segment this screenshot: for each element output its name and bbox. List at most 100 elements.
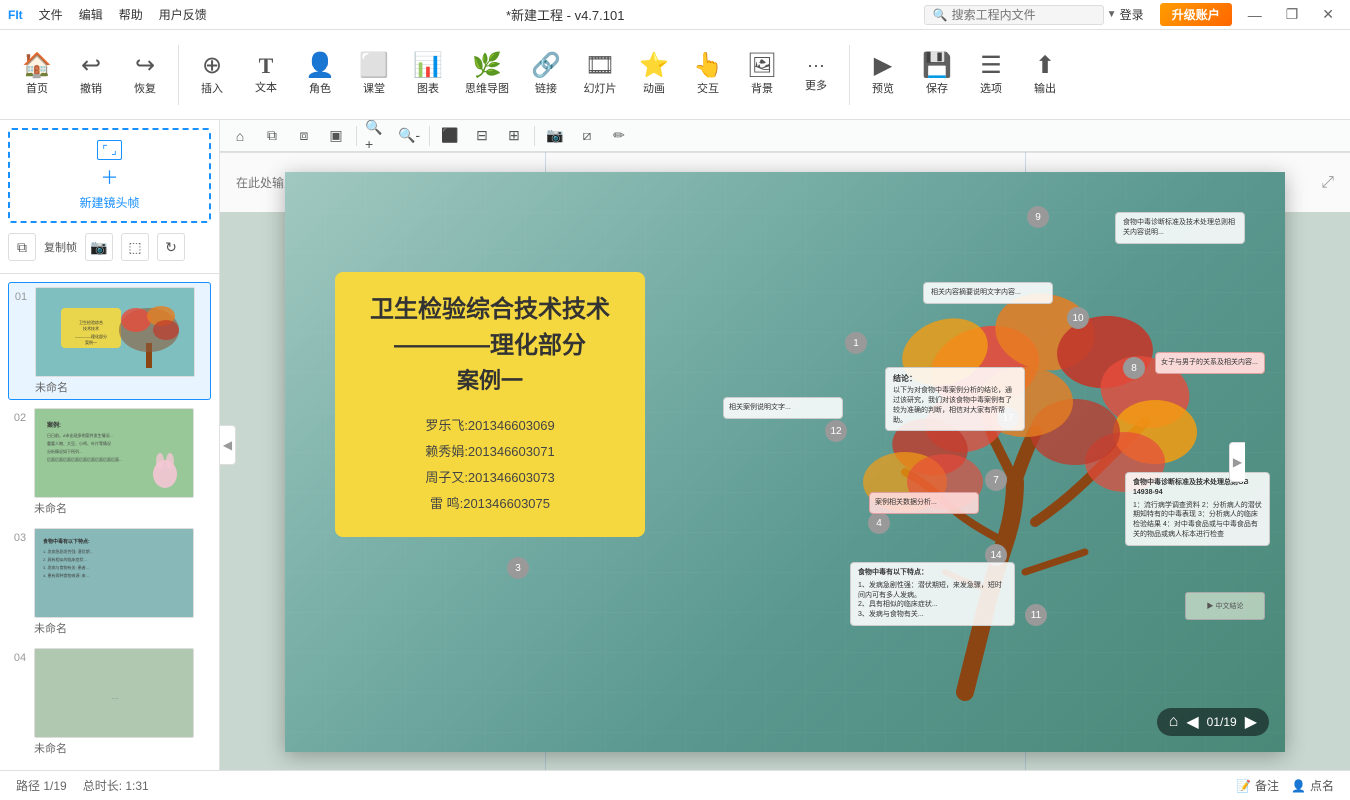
menu-help[interactable]: 帮助 [119, 6, 143, 23]
svg-text:食物中毒有以下特点:: 食物中毒有以下特点: [43, 538, 90, 545]
toolbar-home[interactable]: 🏠 首页 [12, 40, 62, 110]
minimize-button[interactable]: — [1240, 7, 1270, 23]
canvas-distribute-icon[interactable]: ⊞ [502, 124, 526, 148]
toolbar-more[interactable]: ⋯ 更多 [791, 40, 841, 110]
slide-item-1[interactable]: 01 卫生检验综合 技术技术 ————理化部分 案例一 [8, 282, 211, 400]
slide-canvas[interactable]: 9 10 8 17 7 14 11 4 12 1 3 卫生检验综合技术技术 ——… [285, 172, 1285, 752]
camera-button[interactable]: 📷 [85, 233, 113, 261]
toolbar-class[interactable]: ⬜ 课堂 [349, 40, 399, 110]
toolbar-mindmap[interactable]: 🌿 思维导图 [457, 40, 517, 110]
slide-num-1: 01 [13, 287, 29, 303]
node-circle-7: 7 [985, 469, 1007, 491]
slide-num-4: 04 [12, 648, 28, 664]
toolbar-divider-2 [849, 45, 850, 105]
nav-next-icon[interactable]: ▶ [1245, 712, 1257, 732]
close-button[interactable]: ✕ [1314, 6, 1342, 23]
canvas-separator-1 [356, 126, 357, 146]
slide-item-4[interactable]: 04 ... 未命名 [8, 644, 211, 760]
node-circle-11: 11 [1025, 604, 1047, 626]
search-input[interactable] [952, 8, 1107, 22]
toolbar-interact-label: 交互 [697, 80, 719, 96]
canvas-toolbar: ⌂ ⧉ ⧈ ▣ 🔍+ 🔍- ⬛ ⊟ ⊞ 📷 ⧄ ✏ [220, 120, 1350, 152]
canvas-align-left-icon[interactable]: ⬛ [438, 124, 462, 148]
right-expand-button[interactable]: ▶ [1229, 442, 1245, 482]
nav-home-icon[interactable]: ⌂ [1169, 713, 1179, 731]
maximize-button[interactable]: ❐ [1278, 6, 1307, 23]
toolbar-link[interactable]: 🔗 链接 [521, 40, 571, 110]
search-icon: 🔍 [933, 8, 948, 22]
toolbar-save[interactable]: 💾 保存 [912, 40, 962, 110]
slide-icon: 🎞 [585, 54, 615, 78]
toolbar-animate[interactable]: ⭐ 动画 [629, 40, 679, 110]
node-card-10: 相关内容摘要说明文字内容... [923, 282, 1053, 304]
sidebar-collapse-button[interactable]: ◀ [220, 425, 236, 465]
search-box[interactable]: 🔍 ▼ [924, 5, 1104, 25]
author-4: 雷 鸣:201346603075 [351, 491, 629, 517]
slide-item-2[interactable]: 02 案例: 日日前，A市出现多例案件发生情况... 重要人物、大豆、小鸡、叶片… [8, 404, 211, 520]
node-circle-12: 12 [825, 420, 847, 442]
notes-expand-icon[interactable]: ⤢ [1321, 174, 1334, 192]
toolbar-text[interactable]: T 文本 [241, 40, 291, 110]
toolbar-background[interactable]: 🖼 背景 [737, 40, 787, 110]
canvas-home-icon[interactable]: ⌂ [228, 124, 252, 148]
node-standards: 食物中毒诊断标准及技术处理总则GB 14938-94 1：流行病学调查资料 2：… [1125, 472, 1270, 546]
canvas-camera2-icon[interactable]: 📷 [543, 124, 567, 148]
node-tag-label: ▶ 中文结论 [1207, 601, 1244, 611]
canvas-copy2-icon[interactable]: ⧈ [292, 124, 316, 148]
point-button[interactable]: 👤 点名 [1291, 777, 1334, 794]
canvas-copy-icon[interactable]: ⧉ [260, 124, 284, 148]
canvas-frame-icon[interactable]: ▣ [324, 124, 348, 148]
toolbar-role[interactable]: 👤 角色 [295, 40, 345, 110]
toolbar-insert[interactable]: ⊕ 插入 [187, 40, 237, 110]
home-icon: 🏠 [22, 54, 52, 78]
author-1: 罗乐飞:201346603069 [351, 413, 629, 439]
canvas-zoom-out-icon[interactable]: 🔍- [397, 124, 421, 148]
slide-item-3[interactable]: 03 食物中毒有以下特点: 1. 发病急剧发性强: 潜伏期... 2. 具有相似… [8, 524, 211, 640]
toolbar-slide[interactable]: 🎞 幻灯片 [575, 40, 625, 110]
slide-subtitle-text: ————理化部分 [351, 328, 629, 364]
toolbar-slide-label: 幻灯片 [584, 80, 617, 96]
slide-case-text: 案例一 [351, 364, 629, 397]
point-label: 点名 [1310, 777, 1334, 794]
toolbar-preview[interactable]: ▶ 预览 [858, 40, 908, 110]
toolbar-divider-1 [178, 45, 179, 105]
upgrade-button[interactable]: 升级账户 [1160, 3, 1232, 26]
menu-feedback[interactable]: 用户反馈 [159, 6, 207, 23]
svg-text:卫生检验综合: 卫生检验综合 [79, 319, 103, 325]
canvas-zoom-in-icon[interactable]: 🔍+ [365, 124, 389, 148]
nav-prev-icon[interactable]: ◀ [1186, 712, 1198, 732]
menu-file[interactable]: 文件 [39, 6, 63, 23]
note-button[interactable]: 📝 备注 [1236, 777, 1279, 794]
new-frame-button[interactable]: ⌜ ⌟ ＋ 新建镜头帧 [8, 128, 211, 223]
node-circle-4: 4 [868, 512, 890, 534]
toolbar-chart[interactable]: 📊 图表 [403, 40, 453, 110]
rotate-button[interactable]: ↻ [157, 233, 185, 261]
fit-button[interactable]: ⬚ [121, 233, 149, 261]
menu-edit[interactable]: 编辑 [79, 6, 103, 23]
toolbar-interact[interactable]: 👆 交互 [683, 40, 733, 110]
svg-text:重要人物、大豆、小鸡、叶片等情况: 重要人物、大豆、小鸡、叶片等情况 [47, 440, 111, 446]
note-icon: 📝 [1236, 779, 1251, 793]
rotate-icon: ↻ [165, 239, 177, 256]
role-icon: 👤 [305, 54, 335, 78]
canvas-align-icon[interactable]: ⊟ [470, 124, 494, 148]
animate-icon: ⭐ [639, 54, 669, 78]
toolbar-undo[interactable]: ↩ 撤销 [66, 40, 116, 110]
login-button[interactable]: 登录 [1112, 4, 1152, 25]
canvas-layer-icon[interactable]: ⧄ [575, 124, 599, 148]
toolbar-options[interactable]: ☰ 选项 [966, 40, 1016, 110]
sidebar-top: ⌜ ⌟ ＋ 新建镜头帧 ⧉ 复制帧 📷 ⬚ ↻ [0, 120, 219, 274]
canvas-edit-icon[interactable]: ✏ [607, 124, 631, 148]
preview-icon: ▶ [874, 54, 892, 78]
toolbar-background-label: 背景 [751, 80, 773, 96]
canvas-content[interactable]: 9 10 8 17 7 14 11 4 12 1 3 卫生检验综合技术技术 ——… [220, 152, 1350, 770]
toolbar-text-label: 文本 [255, 79, 277, 95]
title-right: 🔍 ▼ 登录 升级账户 — ❐ ✕ [924, 3, 1342, 26]
toolbar-export[interactable]: ⬆ 输出 [1020, 40, 1070, 110]
node-conclusion-title: 结论： [893, 374, 917, 383]
toolbar-redo[interactable]: ↪ 恢复 [120, 40, 170, 110]
undo-icon: ↩ [81, 54, 101, 78]
copy-frame-button[interactable]: ⧉ [8, 233, 36, 261]
chart-icon: 📊 [413, 54, 443, 78]
toolbar-role-label: 角色 [309, 80, 331, 96]
